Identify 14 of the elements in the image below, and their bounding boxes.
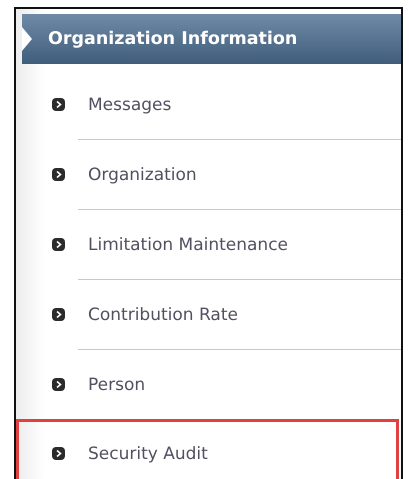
chevron-bullet-icon (52, 308, 65, 321)
menu-item[interactable]: Security Audit (16, 419, 399, 479)
chevron-bullet-icon (52, 238, 65, 251)
section-title: Organization Information (48, 29, 298, 49)
pointer-icon (22, 27, 32, 51)
chevron-bullet-icon (52, 378, 65, 391)
menu-item[interactable]: Organization (16, 140, 401, 209)
chevron-bullet-icon (52, 168, 65, 181)
menu-item[interactable]: Messages (16, 70, 401, 139)
chevron-bullet-icon (52, 447, 65, 460)
menu-item[interactable]: Person (16, 350, 401, 419)
menu-item[interactable]: Limitation Maintenance (16, 210, 401, 279)
menu-item[interactable]: Contribution Rate (16, 280, 401, 349)
chevron-bullet-icon (52, 98, 65, 111)
